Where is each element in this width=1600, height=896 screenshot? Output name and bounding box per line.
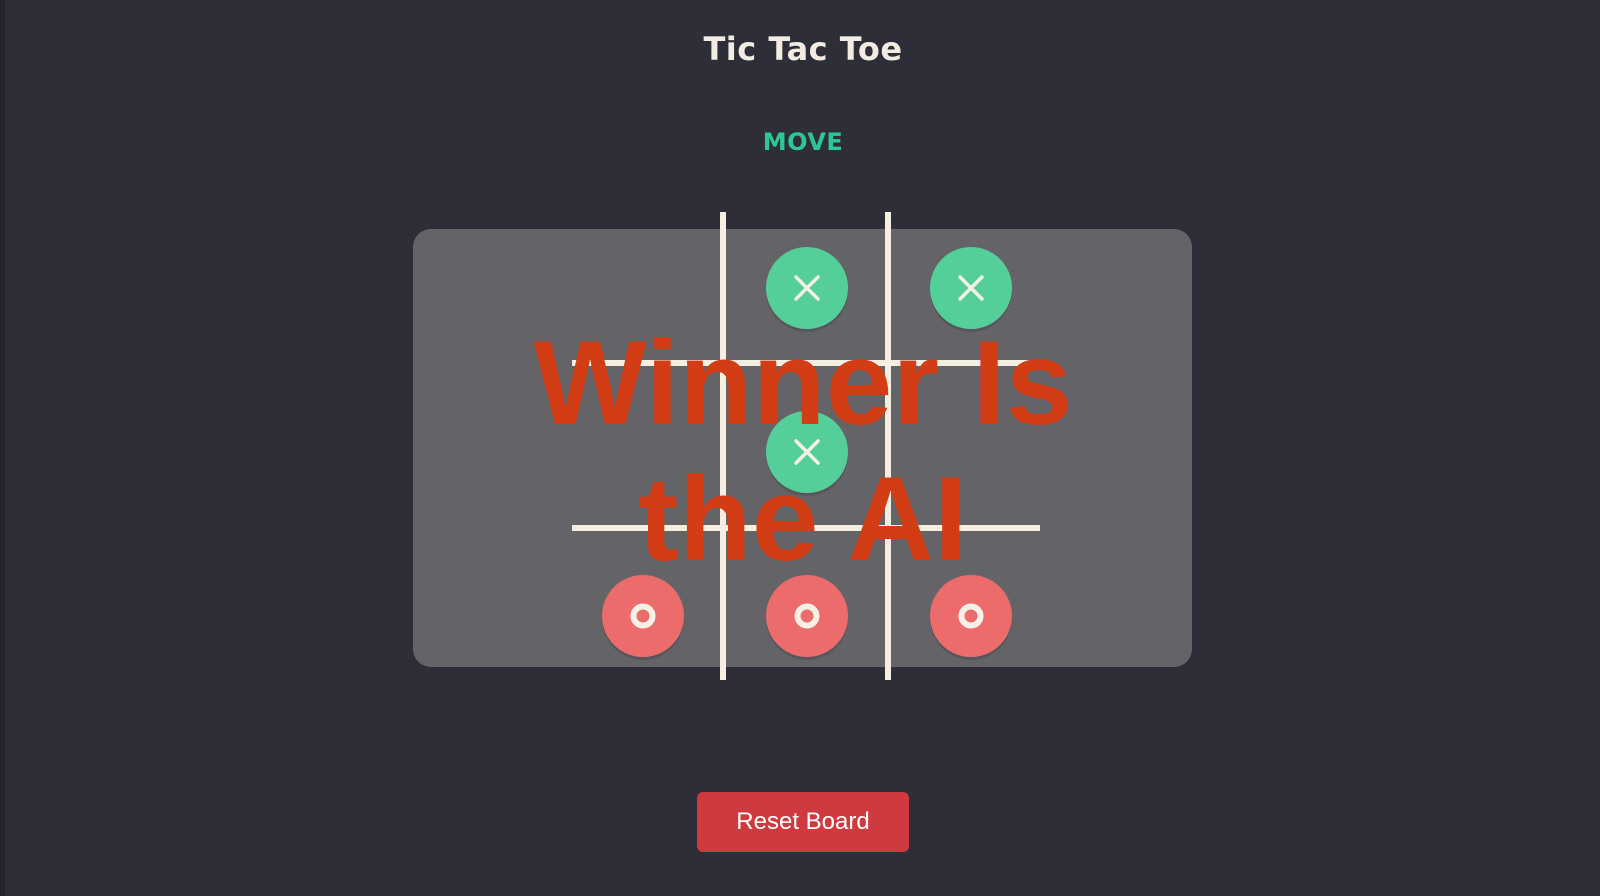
board-cell-2[interactable] [727,208,887,368]
o-piece [602,575,684,657]
page-title: Tic Tac Toe [703,30,903,68]
x-piece [930,247,1012,329]
board-cell-7[interactable] [563,536,723,696]
board-cell-9[interactable] [891,536,1051,696]
reset-board-button[interactable]: Reset Board [697,792,909,852]
x-piece [766,247,848,329]
close-icon [794,439,820,465]
board-cell-4[interactable] [563,372,723,532]
board-cell-5[interactable] [727,372,887,532]
status-label: MOVE [762,128,844,156]
board-cell-8[interactable] [727,536,887,696]
close-icon [794,275,820,301]
x-piece [766,411,848,493]
ring-icon [958,603,984,629]
o-piece [766,575,848,657]
board-cell-1[interactable] [563,208,723,368]
o-piece [930,575,1012,657]
close-icon [958,275,984,301]
board-cell-3[interactable] [891,208,1051,368]
ring-icon [630,603,656,629]
board-cell-6[interactable] [891,372,1051,532]
ring-icon [794,603,820,629]
